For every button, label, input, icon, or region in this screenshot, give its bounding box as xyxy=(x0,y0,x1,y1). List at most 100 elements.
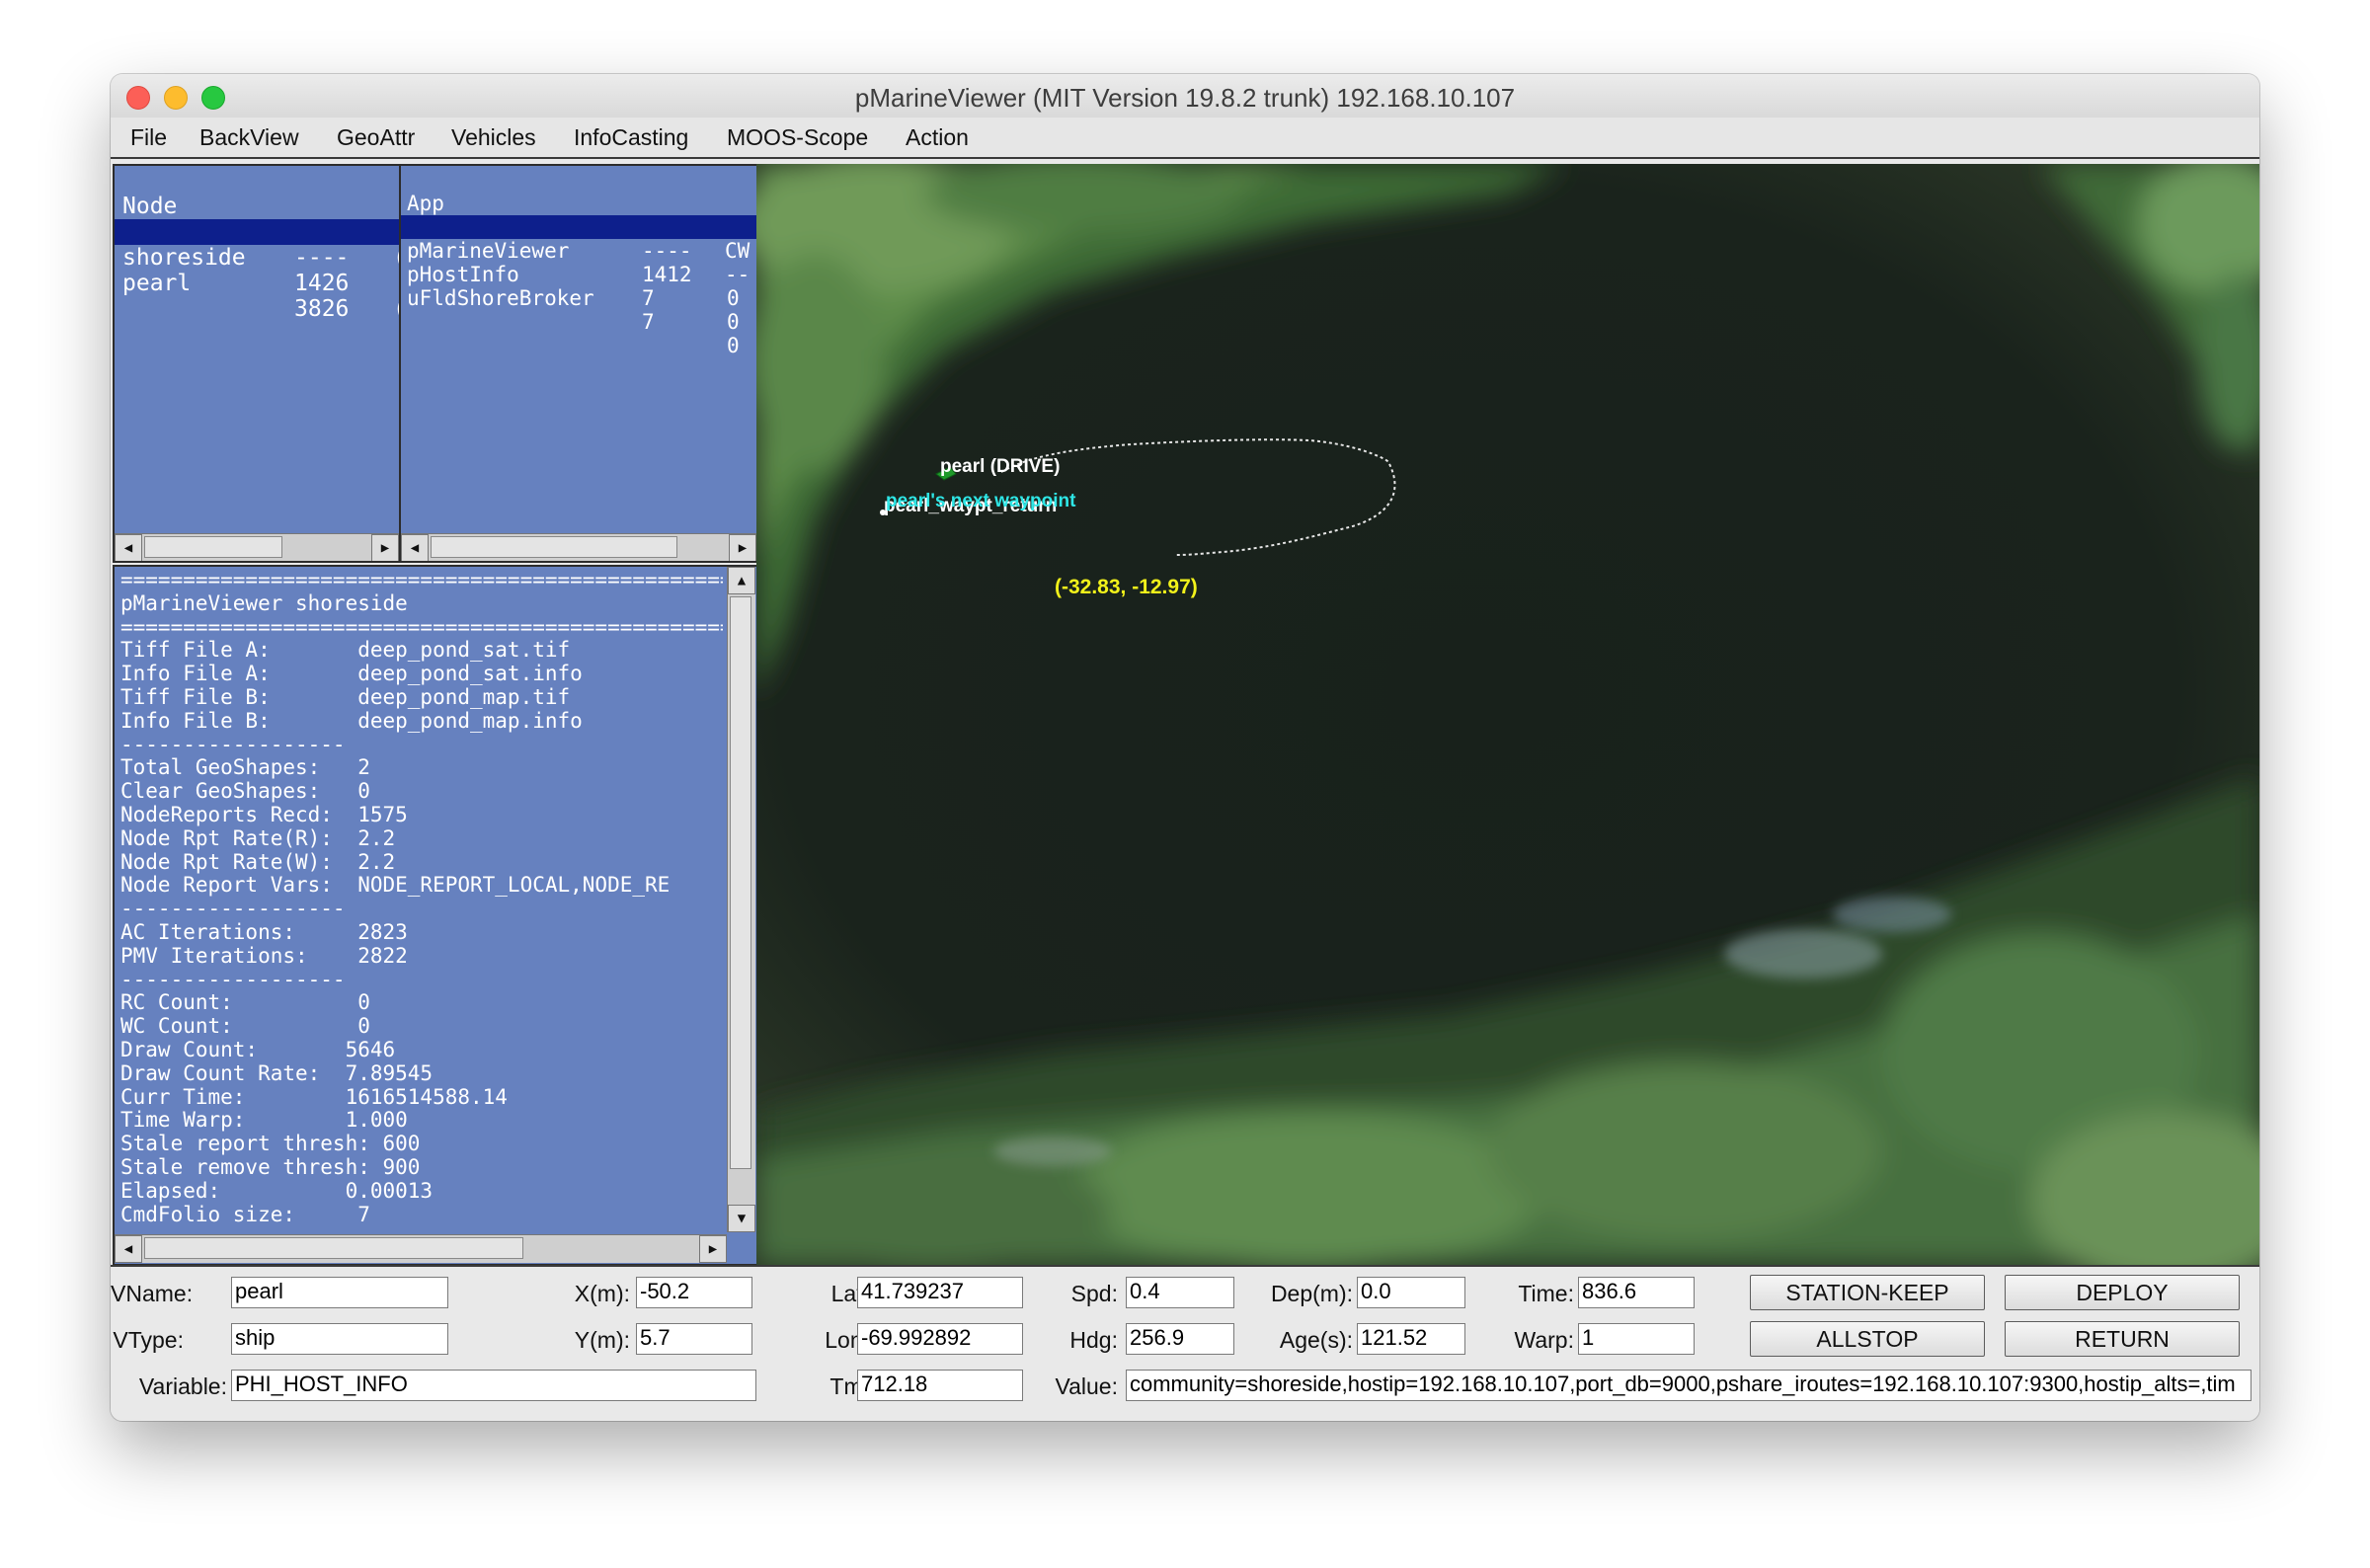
info-line: Curr Time: 1616514588.14 xyxy=(120,1085,508,1109)
y-label: Y(m): xyxy=(574,1327,630,1353)
next-waypoint-label: pearl's next waypoint xyxy=(886,491,1076,511)
menu-bar: File BackView GeoAttr Vehicles InfoCasti… xyxy=(111,118,2259,159)
info-line: PMV Iterations: 2822 xyxy=(120,944,408,968)
time-field[interactable]: 836.6 xyxy=(1578,1277,1695,1308)
station-keep-button[interactable]: STATION-KEEP xyxy=(1750,1275,1985,1310)
info-line: ------------------ xyxy=(120,968,346,991)
app-row-ufldshorebroker[interactable]: uFldShoreBroker 7 0 xyxy=(401,263,756,357)
hdg-field[interactable]: 256.9 xyxy=(1126,1323,1234,1355)
menu-backview[interactable]: BackView xyxy=(199,124,299,151)
age-label: Age(s): xyxy=(1279,1327,1353,1353)
node-row-pearl[interactable]: pearl 3826 xyxy=(115,245,399,322)
lon-field[interactable]: -69.992892 xyxy=(857,1323,1023,1355)
node-ac: 1426 xyxy=(294,271,350,296)
scroll-thumb[interactable] xyxy=(431,536,677,558)
info-line: ========================================… xyxy=(120,615,723,639)
variable-field[interactable]: PHI_HOST_INFO xyxy=(231,1370,756,1401)
info-line: Info File B: deep_pond_map.info xyxy=(120,709,583,733)
spd-field[interactable]: 0.4 xyxy=(1126,1277,1234,1308)
map-view[interactable]: pearl (DRIVE) pearl_waypt_return pearl's… xyxy=(756,164,2259,1265)
age-field[interactable]: 121.52 xyxy=(1357,1323,1465,1355)
scroll-right-icon[interactable]: ▶ xyxy=(699,1235,727,1263)
app-name: uFldShoreBroker xyxy=(407,286,594,310)
deploy-button[interactable]: DEPLOY xyxy=(2005,1275,2240,1310)
node-list-hscrollbar[interactable]: ◀ ▶ xyxy=(115,533,399,561)
scroll-left-icon[interactable]: ◀ xyxy=(115,1235,142,1263)
lat-label: Lat: xyxy=(830,1281,869,1306)
x-label: X(m): xyxy=(574,1281,630,1306)
cursor-coordinates: (-32.83, -12.97) xyxy=(1055,576,1198,598)
vehicle-label: pearl (DRIVE) xyxy=(940,456,1061,477)
scroll-down-icon[interactable]: ▼ xyxy=(728,1205,755,1232)
node-list-panel[interactable]: Node AC ( --------- ---- shoreside 1426 … xyxy=(113,164,401,563)
app-row-pmarineviewer[interactable]: pMarineViewer 1412 0 xyxy=(401,215,756,310)
title-bar: pMarineViewer (MIT Version 19.8.2 trunk)… xyxy=(111,74,2259,118)
app-list-hscrollbar[interactable]: ◀ ▶ xyxy=(401,533,756,561)
info-line: Elapsed: 0.00013 xyxy=(120,1179,434,1203)
scroll-thumb[interactable] xyxy=(144,536,282,558)
time-label: Time: xyxy=(1518,1281,1574,1306)
warp-label: Warp: xyxy=(1514,1327,1575,1353)
scroll-right-icon[interactable]: ▶ xyxy=(729,534,756,561)
app-ac: 7 xyxy=(642,286,655,310)
scroll-right-icon[interactable]: ▶ xyxy=(371,534,399,561)
info-line: Draw Count: 5646 xyxy=(120,1038,396,1061)
hdg-label: Hdg: xyxy=(1069,1327,1118,1353)
return-button[interactable]: RETURN xyxy=(2005,1321,2240,1357)
menu-vehicles[interactable]: Vehicles xyxy=(451,124,536,151)
menu-moos-scope[interactable]: MOOS-Scope xyxy=(727,124,868,151)
app-cw: 0 xyxy=(727,334,740,357)
app-row-phostinfo[interactable]: pHostInfo 7 0 xyxy=(401,239,756,334)
tm-field[interactable]: 712.18 xyxy=(857,1370,1023,1401)
node-name: pearl xyxy=(122,271,192,296)
info-line: Total GeoShapes: 2 xyxy=(120,756,370,780)
scroll-up-icon[interactable]: ▲ xyxy=(728,567,755,594)
info-line: Stale report thresh: 600 xyxy=(120,1133,421,1156)
info-line: Draw Count Rate: 7.89545 xyxy=(120,1061,434,1085)
node-ac: 3826 xyxy=(294,296,350,322)
info-line: ------------------ xyxy=(120,733,346,756)
info-line: Stale remove thresh: 900 xyxy=(120,1155,421,1179)
vname-field[interactable]: pearl xyxy=(231,1277,448,1308)
app-cw: 0 xyxy=(727,310,740,334)
info-line: Clear GeoShapes: 0 xyxy=(120,780,370,804)
scroll-thumb[interactable] xyxy=(144,1237,523,1259)
node-row-shoreside[interactable]: shoreside 1426 ( xyxy=(115,219,399,322)
value-field[interactable]: community=shoreside,hostip=192.168.10.10… xyxy=(1126,1370,2252,1401)
warp-field[interactable]: 1 xyxy=(1578,1323,1695,1355)
variable-label: Variable: xyxy=(138,1373,227,1399)
y-field[interactable]: 5.7 xyxy=(636,1323,752,1355)
x-field[interactable]: -50.2 xyxy=(636,1277,752,1308)
allstop-button[interactable]: ALLSTOP xyxy=(1750,1321,1985,1357)
menu-file[interactable]: File xyxy=(130,124,167,151)
scroll-left-icon[interactable]: ◀ xyxy=(401,534,429,561)
info-line: AC Iterations: 2823 xyxy=(120,920,408,944)
info-line xyxy=(120,1226,723,1232)
dep-label: Dep(m): xyxy=(1270,1281,1353,1306)
menu-geoattr[interactable]: GeoAttr xyxy=(337,124,415,151)
app-window: pMarineViewer (MIT Version 19.8.2 trunk)… xyxy=(111,74,2259,1421)
info-line: Time Warp: 1.000 xyxy=(120,1109,408,1133)
dep-field[interactable]: 0.0 xyxy=(1357,1277,1465,1308)
vehicle-info-bar: VName: pearl VType: ship Variable: PHI_H… xyxy=(111,1265,2259,1421)
lon-label: Lon: xyxy=(825,1327,869,1353)
app-ac: 7 xyxy=(642,310,655,334)
scroll-thumb[interactable] xyxy=(730,596,751,1169)
info-line: ========================================… xyxy=(120,569,723,591)
spd-label: Spd: xyxy=(1070,1281,1118,1306)
app-list-panel[interactable]: App AC CW --------------- ---- -- pMarin… xyxy=(399,164,758,563)
info-line: NodeReports Recd: 1575 xyxy=(120,803,408,826)
menu-infocasting[interactable]: InfoCasting xyxy=(574,124,688,151)
info-hscrollbar[interactable]: ◀ ▶ xyxy=(115,1234,727,1263)
vtype-field[interactable]: ship xyxy=(231,1323,448,1355)
info-line: RC Count: 0 xyxy=(120,991,370,1015)
menu-action[interactable]: Action xyxy=(906,124,969,151)
app-list-header: App AC CW xyxy=(401,168,756,263)
scroll-left-icon[interactable]: ◀ xyxy=(115,534,142,561)
info-line: Node Report Vars: NODE_REPORT_LOCAL,NODE… xyxy=(120,874,671,898)
info-line: CmdFolio size: 7 xyxy=(120,1203,370,1226)
info-vscrollbar[interactable]: ▲ ▼ xyxy=(727,567,755,1232)
info-panel[interactable]: ========================================… xyxy=(113,565,758,1266)
tm-label: Tm: xyxy=(830,1373,869,1399)
lat-field[interactable]: 41.739237 xyxy=(857,1277,1023,1308)
